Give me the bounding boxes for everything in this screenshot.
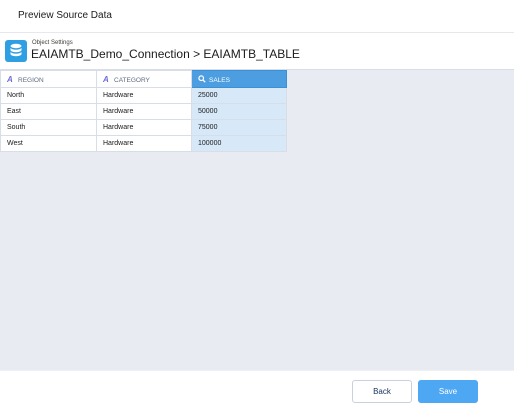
measure-icon	[198, 74, 206, 84]
table-row: West Hardware 100000	[0, 135, 287, 152]
table-cell: 75000	[191, 119, 287, 136]
modal-header: Preview Source Data	[0, 0, 514, 33]
table-header-row: A REGION A CATEGORY SALES	[0, 70, 287, 88]
table-row: North Hardware 25000	[0, 87, 287, 104]
column-header-region[interactable]: A REGION	[0, 70, 97, 88]
object-settings-label: Object Settings	[32, 40, 73, 46]
table-cell: West	[0, 135, 97, 152]
table-cell: 100000	[191, 135, 287, 152]
table-cell: North	[0, 87, 97, 104]
table-cell: Hardware	[96, 103, 192, 120]
table-cell: South	[0, 119, 97, 136]
table-cell: Hardware	[96, 135, 192, 152]
back-button[interactable]: Back	[352, 380, 412, 403]
database-icon	[5, 40, 27, 62]
object-path: EAIAMTB_Demo_Connection > EAIAMTB_TABLE	[31, 47, 300, 61]
table-cell: 50000	[191, 103, 287, 120]
text-type-icon: A	[7, 74, 13, 84]
save-button[interactable]: Save	[418, 380, 478, 403]
table-cell: Hardware	[96, 119, 192, 136]
table-cell: East	[0, 103, 97, 120]
table-cell: 25000	[191, 87, 287, 104]
table-row: South Hardware 75000	[0, 119, 287, 136]
column-header-sales[interactable]: SALES	[191, 70, 287, 88]
preview-table: A REGION A CATEGORY SALES North Hardware 2…	[0, 70, 287, 152]
column-header-category[interactable]: A CATEGORY	[96, 70, 192, 88]
text-type-icon: A	[103, 74, 109, 84]
table-cell: Hardware	[96, 87, 192, 104]
modal-title: Preview Source Data	[18, 10, 112, 21]
table-row: East Hardware 50000	[0, 103, 287, 120]
